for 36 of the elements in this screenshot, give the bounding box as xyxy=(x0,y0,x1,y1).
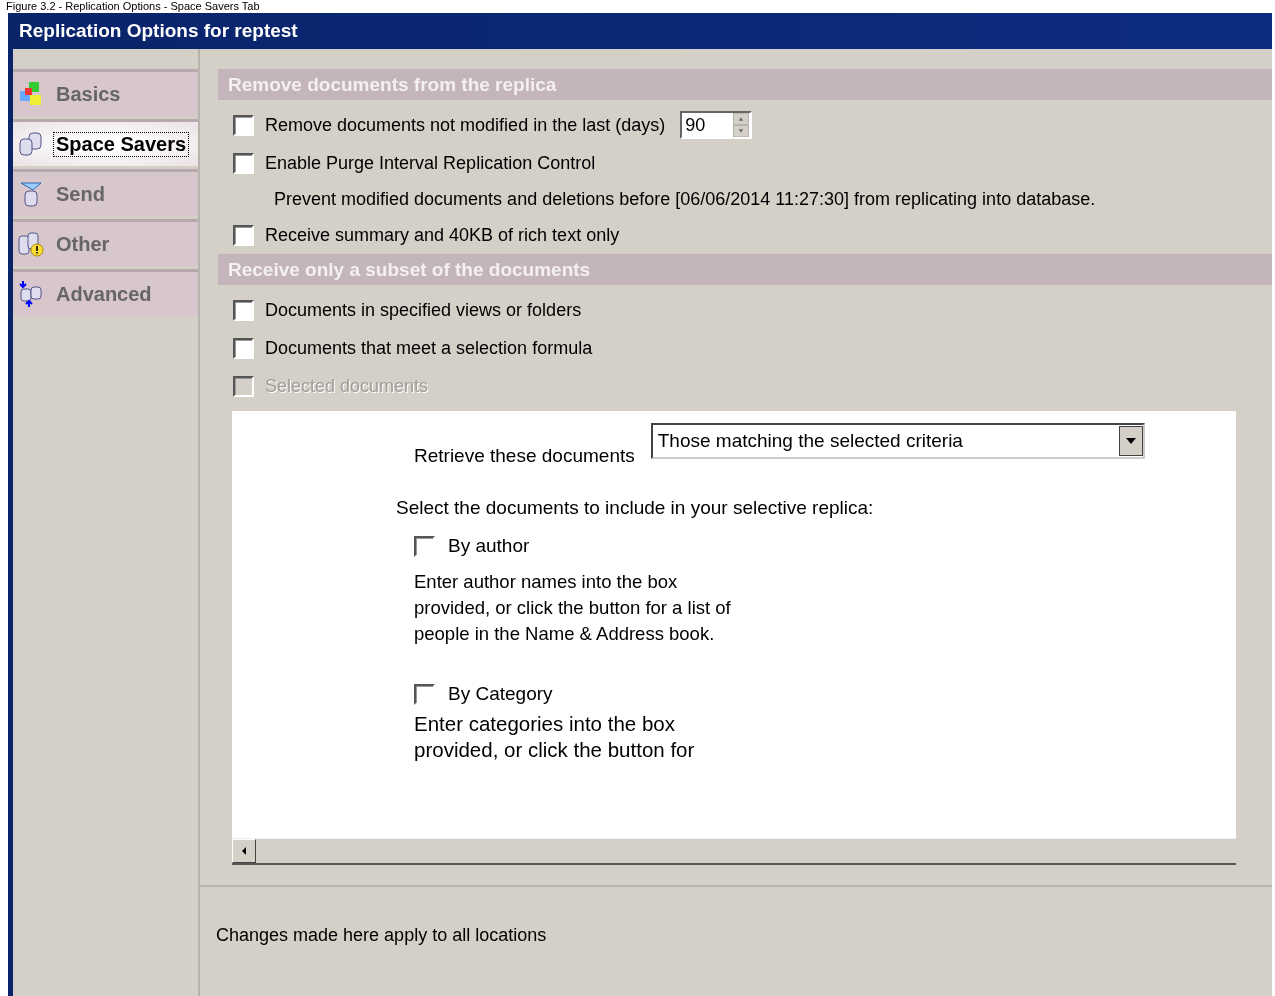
checkbox[interactable] xyxy=(233,224,254,246)
dropdown[interactable]: Those matching the selected criteria xyxy=(650,423,1145,459)
checkbox-label: Enable Purge Interval Replication Control xyxy=(265,152,596,174)
sidebar-tab[interactable]: Advanced xyxy=(13,269,198,316)
figure-caption: Figure 3.2 - Replication Options - Space Savers Tab xyxy=(5,0,260,13)
checkbox-label: By author xyxy=(448,535,530,557)
checkbox-label: Remove documents not modified in the last (days) xyxy=(265,114,666,136)
description-text: Enter author names into the box provided, or click the button for a list of people in the Name & Address book. xyxy=(414,570,732,646)
spin-arrows-icon xyxy=(732,113,751,137)
sidebar-tab[interactable]: Basics xyxy=(13,69,198,116)
footer-text: Changes made here apply to all locations xyxy=(216,925,547,945)
sidebar-tab[interactable]: Space Savers xyxy=(13,119,198,166)
sidebar-tab[interactable]: Other xyxy=(13,219,198,266)
checkbox[interactable] xyxy=(233,152,254,174)
checkbox-label: Receive summary and 40KB of rich text only xyxy=(265,224,620,246)
window-title: Replication Options for reptest xyxy=(19,20,298,42)
instruction-text: Select the documents to include in your selective replica: xyxy=(396,497,875,519)
checkbox[interactable] xyxy=(233,337,254,359)
horizontal-scrollbar[interactable] xyxy=(232,838,1236,863)
section-header: Remove documents from the replica xyxy=(218,69,1272,100)
sidebar-tab[interactable]: Send xyxy=(13,169,198,216)
checkbox[interactable] xyxy=(233,299,254,321)
description-text: Enter categories into the box provided, or click the button for xyxy=(414,711,696,763)
disks-icon xyxy=(17,130,45,158)
checkbox-label: Documents in specified views or folders xyxy=(265,299,582,321)
number-spinner[interactable]: 90 xyxy=(680,111,753,139)
dropdown-arrow-icon xyxy=(1124,437,1137,445)
disks-arrows-icon xyxy=(17,280,45,308)
section-header: Receive only a subset of the documents xyxy=(218,254,1272,285)
checkbox-label: By Category xyxy=(448,683,553,705)
retrieve-label: Retrieve these documents xyxy=(414,445,635,467)
left-arrow-icon xyxy=(240,846,248,856)
disks-warning-icon xyxy=(17,230,45,258)
note-text: Prevent modified documents and deletions before [06/06/2014 11:27:30] from replicating into database. xyxy=(273,187,1097,211)
checkbox-label: Documents that meet a selection formula xyxy=(265,337,593,359)
checkbox[interactable] xyxy=(233,114,254,136)
